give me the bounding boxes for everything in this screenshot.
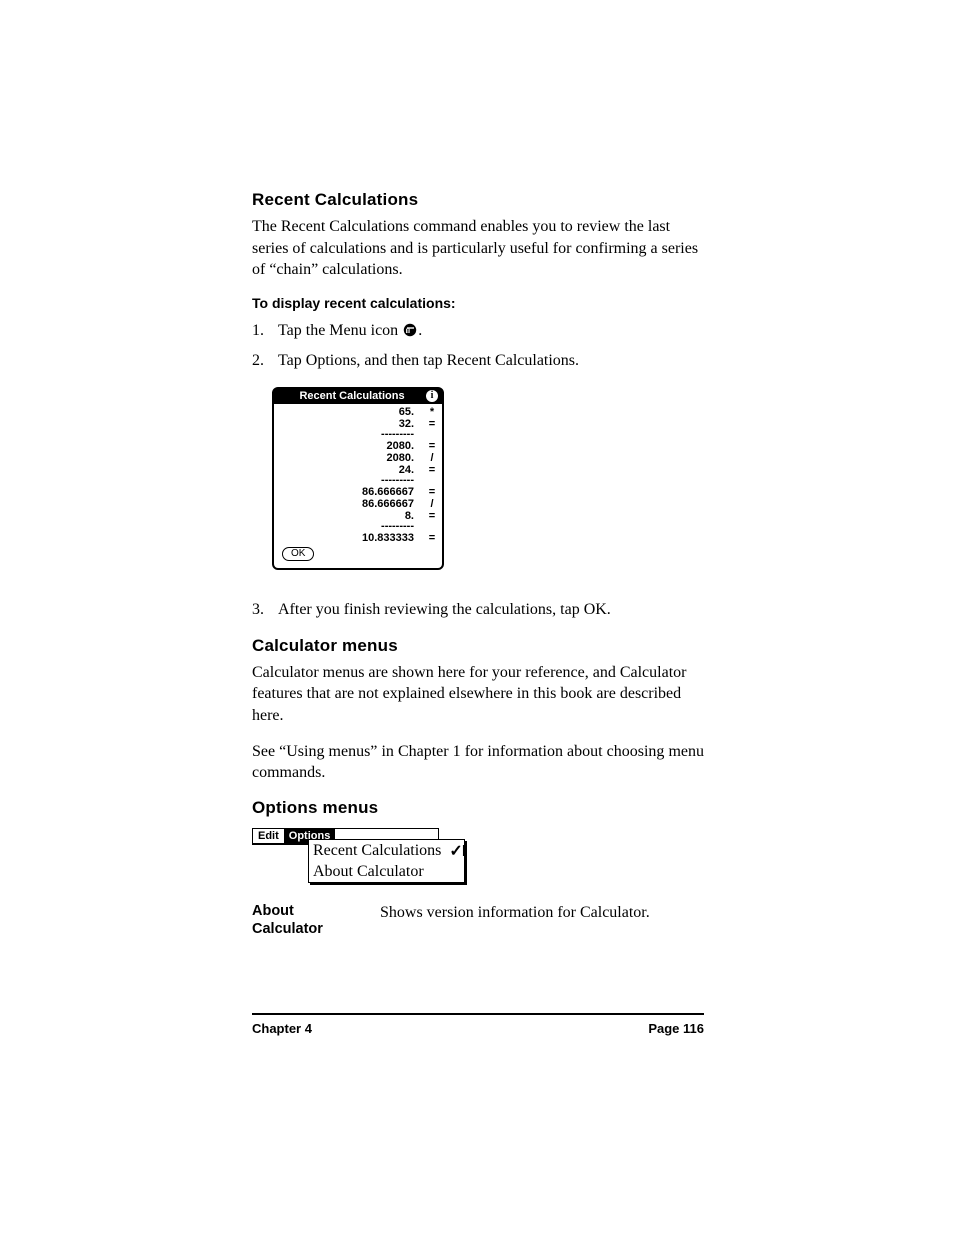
term-about-calculator: About Calculator (252, 902, 338, 938)
paragraph-menus-1: Calculator menus are shown here for your… (252, 662, 704, 727)
heading-options-menus: Options menus (252, 798, 704, 818)
recent-calculations-dialog: Recent Calculations i 65.* 32.= --------… (272, 387, 444, 570)
step-1-text: Tap the Menu icon . (278, 319, 422, 345)
heading-calculator-menus: Calculator menus (252, 636, 704, 656)
heading-recent-calculations: Recent Calculations (252, 190, 704, 210)
ok-button[interactable]: OK (282, 547, 314, 561)
menu-edit[interactable]: Edit (253, 829, 284, 843)
subhead-display-recent: To display recent calculations: (252, 295, 704, 311)
step-number: 2. (252, 349, 268, 373)
dialog-title: Recent Calculations (299, 390, 404, 402)
menu-item-recent-calculations[interactable]: Recent Calculations ✓I (309, 840, 464, 862)
footer-page: Page 116 (648, 1021, 704, 1036)
footer-rule (252, 1013, 704, 1015)
checkmark-icon: ✓I (449, 841, 465, 861)
desc-about-calculator: Shows version information for Calculator… (380, 902, 704, 924)
menu-icon (402, 321, 418, 345)
step-number: 1. (252, 319, 268, 345)
paragraph-recent-intro: The Recent Calculations command enables … (252, 216, 704, 281)
menu-item-about-calculator[interactable]: About Calculator (309, 862, 464, 882)
step-2-text: Tap Options, and then tap Recent Calcula… (278, 349, 579, 373)
footer-chapter: Chapter 4 (252, 1021, 312, 1036)
step-number: 3. (252, 598, 268, 622)
step-3-text: After you finish reviewing the calculati… (278, 598, 611, 622)
paragraph-menus-2: See “Using menus” in Chapter 1 for infor… (252, 741, 704, 784)
dialog-body: 65.* 32.= --------- 2080.= 2080./ 24.= -… (274, 404, 442, 568)
info-icon[interactable]: i (426, 390, 438, 402)
options-dropdown: Recent Calculations ✓I About Calculator (308, 839, 465, 883)
